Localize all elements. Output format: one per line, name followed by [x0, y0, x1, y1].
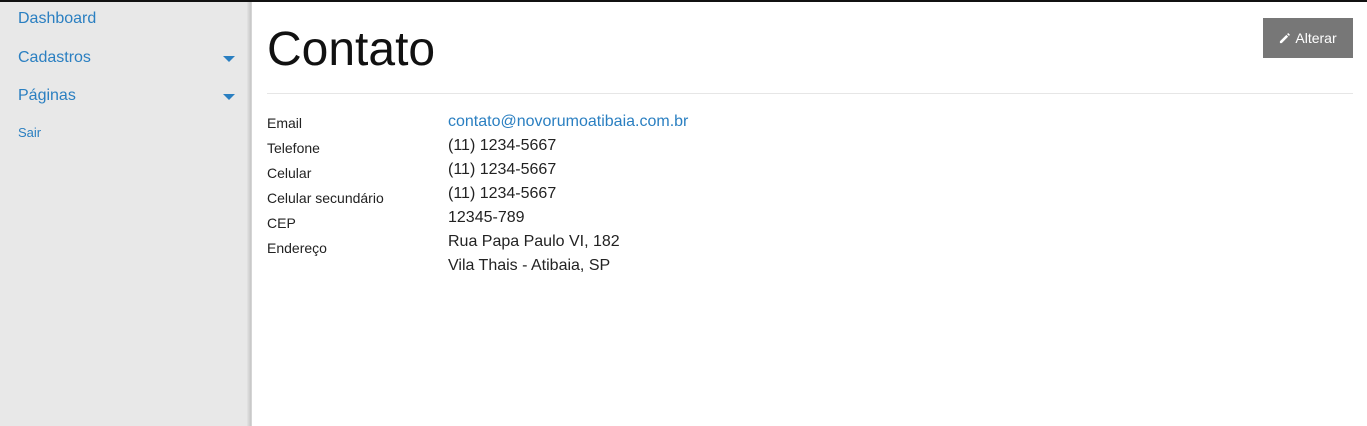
telefone-label: Telefone	[267, 140, 320, 156]
page-title: Contato	[267, 23, 436, 76]
sidebar-item-dashboard[interactable]: Dashboard	[18, 10, 240, 28]
celular-secundario-value: (11) 1234-5667	[448, 185, 557, 202]
main-content: Contato Alterar Email contato@novorumoat…	[252, 2, 1367, 426]
celular-value: (11) 1234-5667	[448, 161, 557, 178]
sidebar-item-paginas[interactable]: Páginas	[18, 87, 240, 105]
telefone-value: (11) 1234-5667	[448, 137, 557, 154]
sidebar-item-label: Páginas	[18, 87, 76, 104]
sidebar: Dashboard Cadastros Páginas Sair	[0, 2, 251, 426]
sidebar-item-label: Cadastros	[18, 49, 91, 66]
endereco-label: Endereço	[267, 240, 327, 256]
chevron-down-icon	[223, 94, 235, 100]
header-divider	[267, 93, 1353, 94]
cep-label: CEP	[267, 215, 296, 231]
endereco-line1: Rua Papa Paulo VI, 182	[448, 233, 620, 250]
sidebar-item-sair[interactable]: Sair	[18, 125, 240, 140]
email-label: Email	[267, 115, 303, 131]
endereco-line2: Vila Thais - Atibaia, SP	[448, 257, 611, 274]
chevron-down-icon	[223, 56, 235, 62]
edit-button-label: Alterar	[1295, 30, 1337, 46]
sidebar-item-label: Dashboard	[18, 10, 97, 27]
celular-label: Celular	[267, 165, 312, 181]
cep-value: 12345-789	[448, 209, 525, 226]
sidebar-item-cadastros[interactable]: Cadastros	[18, 49, 240, 67]
celular-secundario-label: Celular secundário	[267, 190, 384, 206]
edit-button[interactable]: Alterar	[1263, 18, 1353, 58]
pencil-icon	[1280, 32, 1291, 43]
sidebar-item-label: Sair	[18, 125, 42, 140]
email-link[interactable]: contato@novorumoatibaia.com.br	[448, 113, 688, 131]
